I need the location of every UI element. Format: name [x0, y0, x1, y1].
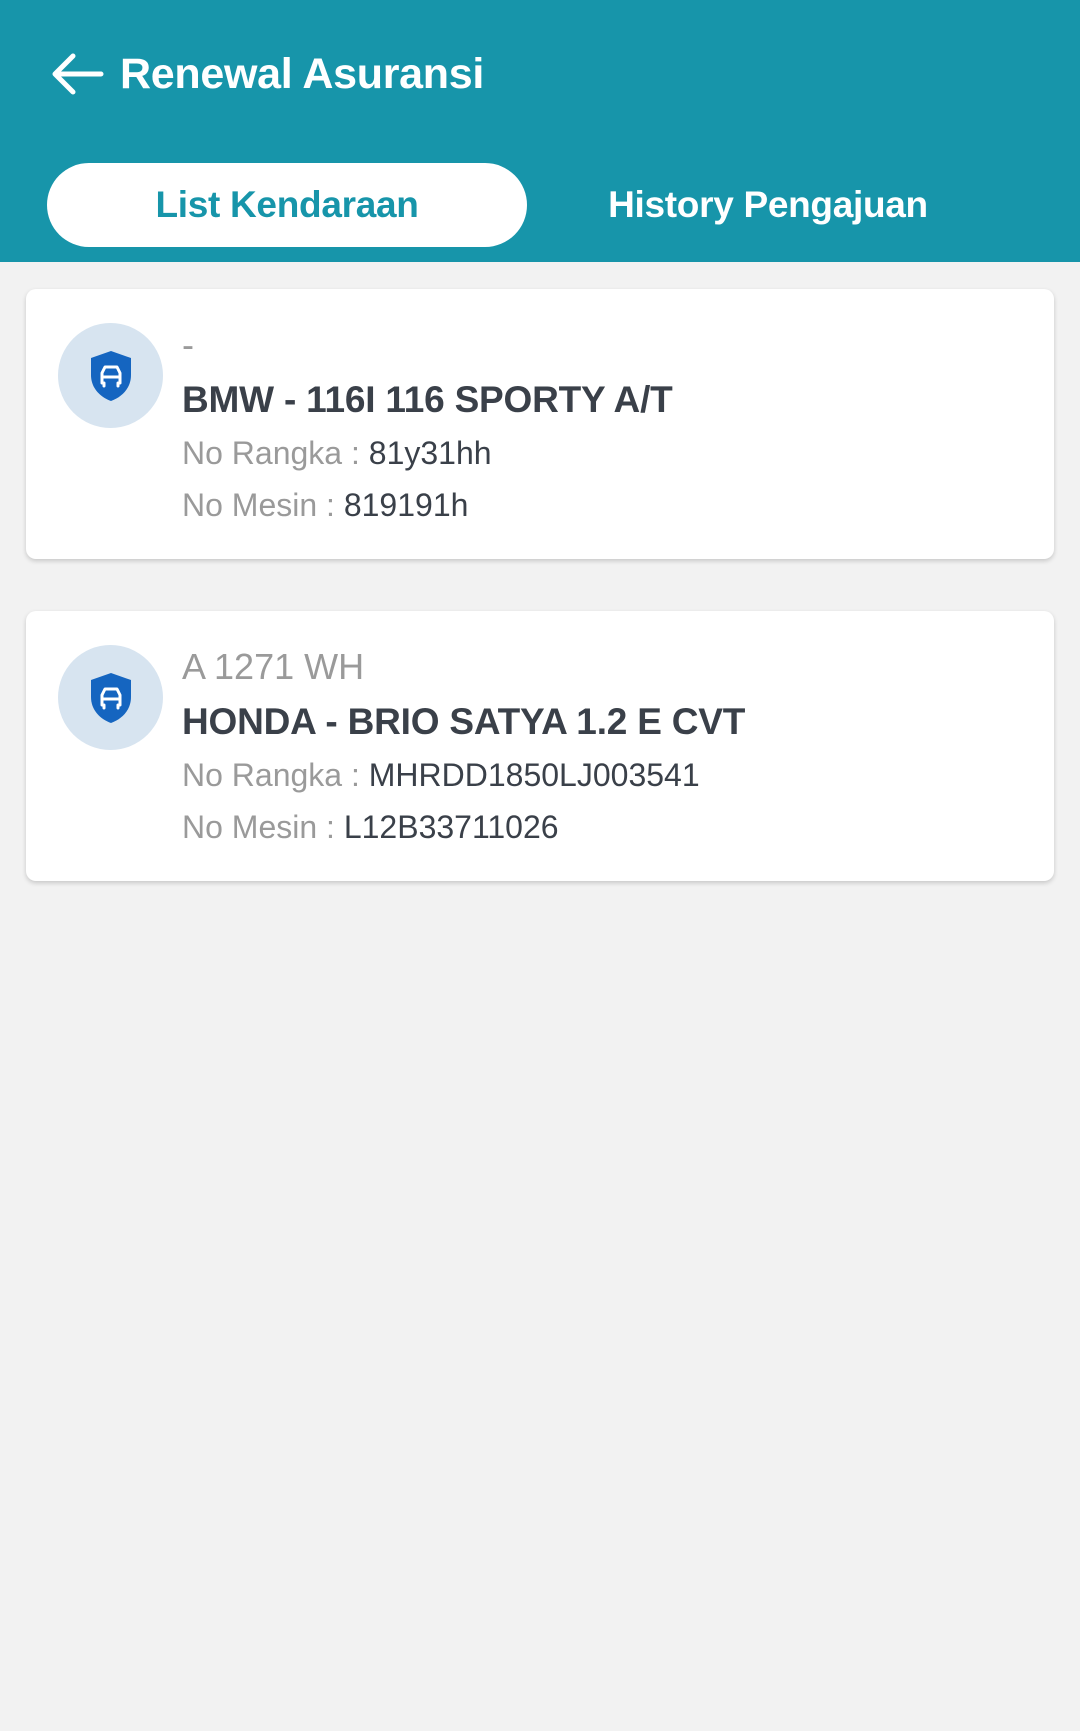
app-header: Renewal Asuransi List Kendaraan History …: [0, 0, 1080, 262]
mesin-label: No Mesin :: [182, 809, 344, 845]
mesin-value: 819191h: [343, 487, 469, 523]
rangka-label: No Rangka :: [182, 757, 369, 793]
tab-list-kendaraan[interactable]: List Kendaraan: [47, 163, 527, 247]
vehicle-card[interactable]: - BMW - 116I 116 SPORTY A/T No Rangka : …: [26, 289, 1054, 559]
vehicle-model: HONDA - BRIO SATYA 1.2 E CVT: [182, 701, 746, 742]
vehicle-card[interactable]: A 1271 WH HONDA - BRIO SATYA 1.2 E CVT N…: [26, 611, 1054, 881]
rangka-row: No Rangka : 81y31hh: [182, 432, 492, 474]
mesin-value: L12B33711026: [343, 809, 559, 845]
rangka-value: 81y31hh: [368, 435, 492, 471]
vehicle-plate: A 1271 WH: [182, 646, 365, 687]
rangka-label: No Rangka :: [182, 435, 369, 471]
mesin-label: No Mesin :: [182, 487, 344, 523]
page-title: Renewal Asuransi: [120, 50, 485, 98]
car-shield-icon: [58, 323, 163, 428]
tab-history-pengajuan[interactable]: History Pengajuan: [528, 163, 1008, 247]
mesin-row: No Mesin : 819191h: [182, 484, 468, 526]
car-shield-icon: [58, 645, 163, 750]
vehicle-plate: -: [182, 324, 194, 365]
vehicle-model: BMW - 116I 116 SPORTY A/T: [182, 379, 673, 420]
rangka-row: No Rangka : MHRDD1850LJ003541: [182, 754, 700, 796]
arrow-left-icon: [52, 53, 104, 95]
rangka-value: MHRDD1850LJ003541: [368, 757, 700, 793]
back-button[interactable]: [22, 34, 132, 114]
mesin-row: No Mesin : L12B33711026: [182, 806, 559, 848]
